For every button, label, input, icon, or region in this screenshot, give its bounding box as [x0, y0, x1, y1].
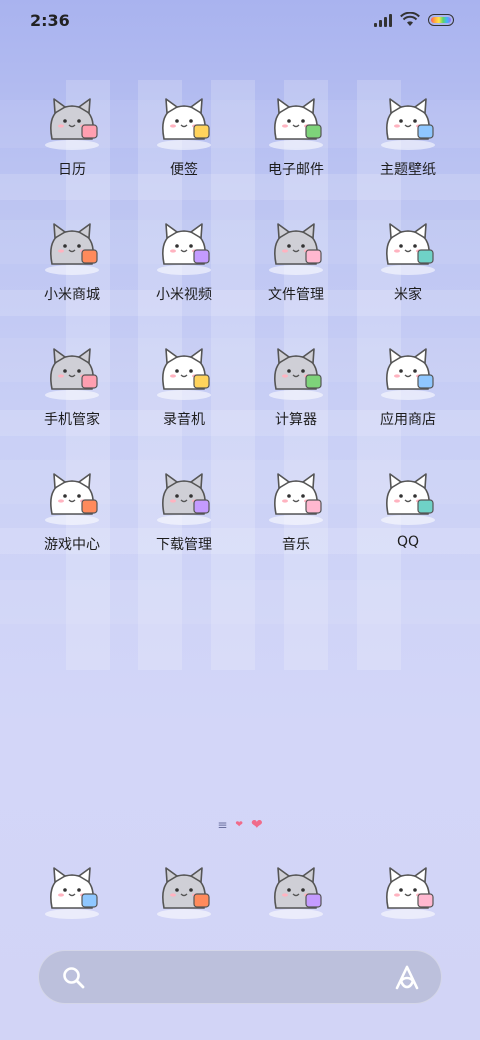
signal-icon: [374, 13, 392, 27]
app-label: 游戏中心: [44, 537, 100, 553]
app-label: 文件管理: [268, 287, 324, 303]
app-cat-security[interactable]: 手机管家: [16, 338, 128, 463]
app-grid: 日历 便签 电子邮件 主题壁纸 小米商城 小米视频 文件管理 米家 手机管家 录…: [16, 88, 464, 588]
app-label: 录音机: [163, 412, 205, 428]
status-icons: [374, 12, 454, 27]
app-label: 电子邮件: [268, 162, 324, 178]
cat-calendar-icon: [37, 88, 107, 152]
app-label: 小米视频: [156, 287, 212, 303]
cat-downloads-icon: [149, 463, 219, 527]
app-label: 手机管家: [44, 412, 100, 428]
app-label: 音乐: [282, 537, 310, 553]
cat-notes-icon: [149, 88, 219, 152]
app-cat-appstore[interactable]: 应用商店: [352, 338, 464, 463]
menu-lines-icon: ≡: [217, 818, 228, 832]
app-label: 计算器: [275, 412, 317, 428]
app-label: 小米商城: [44, 287, 100, 303]
status-bar: 2:36: [0, 0, 480, 42]
cat-games-icon: [37, 463, 107, 527]
cat-video-icon: [149, 213, 219, 277]
app-cat-calculator[interactable]: 计算器: [240, 338, 352, 463]
cat-security-icon: [37, 338, 107, 402]
app-label: 便签: [170, 162, 198, 178]
dock-cat-phone[interactable]: [16, 856, 128, 922]
app-cat-music[interactable]: 音乐: [240, 463, 352, 588]
app-cat-qq[interactable]: QQ: [352, 463, 464, 588]
app-label: 应用商店: [380, 412, 436, 428]
cat-music-icon: [261, 463, 331, 527]
app-label: 下载管理: [156, 537, 212, 553]
app-label: QQ: [396, 534, 420, 550]
cat-phone-icon: [37, 856, 107, 922]
app-cat-themes[interactable]: 主题壁纸: [352, 88, 464, 213]
app-cat-video[interactable]: 小米视频: [128, 213, 240, 338]
cat-camera-icon: [373, 856, 443, 922]
cat-recorder-icon: [149, 338, 219, 402]
app-cat-store[interactable]: 小米商城: [16, 213, 128, 338]
clock: 2:36: [30, 11, 70, 30]
dock-cat-camera[interactable]: [352, 856, 464, 922]
cat-mijia-icon: [373, 213, 443, 277]
app-label: 主题壁纸: [380, 162, 436, 178]
cat-email-icon: [261, 88, 331, 152]
app-cat-files[interactable]: 文件管理: [240, 213, 352, 338]
search-bar[interactable]: [38, 950, 442, 1004]
cat-files-icon: [261, 213, 331, 277]
assistant-icon[interactable]: [393, 964, 421, 992]
app-label: 日历: [58, 162, 86, 178]
cat-store-icon: [37, 213, 107, 277]
page-indicator[interactable]: ≡ ❤ ❤: [0, 818, 480, 832]
wifi-icon: [400, 12, 420, 26]
app-cat-recorder[interactable]: 录音机: [128, 338, 240, 463]
cat-messages-icon: [261, 856, 331, 922]
app-cat-notes[interactable]: 便签: [128, 88, 240, 213]
battery-icon: [428, 13, 454, 26]
app-cat-calendar[interactable]: 日历: [16, 88, 128, 213]
cat-themes-icon: [373, 88, 443, 152]
app-label: 米家: [394, 287, 422, 303]
small-heart-icon: ❤: [235, 819, 243, 830]
cat-appstore-icon: [373, 338, 443, 402]
app-cat-downloads[interactable]: 下载管理: [128, 463, 240, 588]
cat-calculator-icon: [261, 338, 331, 402]
dock-cat-browser[interactable]: [128, 856, 240, 922]
app-cat-games[interactable]: 游戏中心: [16, 463, 128, 588]
search-icon: [63, 967, 85, 989]
app-cat-email[interactable]: 电子邮件: [240, 88, 352, 213]
cat-browser-icon: [149, 856, 219, 922]
heart-icon: ❤: [250, 817, 263, 833]
dock: [16, 856, 464, 922]
app-cat-mijia[interactable]: 米家: [352, 213, 464, 338]
dock-cat-messages[interactable]: [240, 856, 352, 922]
cat-qq-icon: [373, 463, 443, 527]
